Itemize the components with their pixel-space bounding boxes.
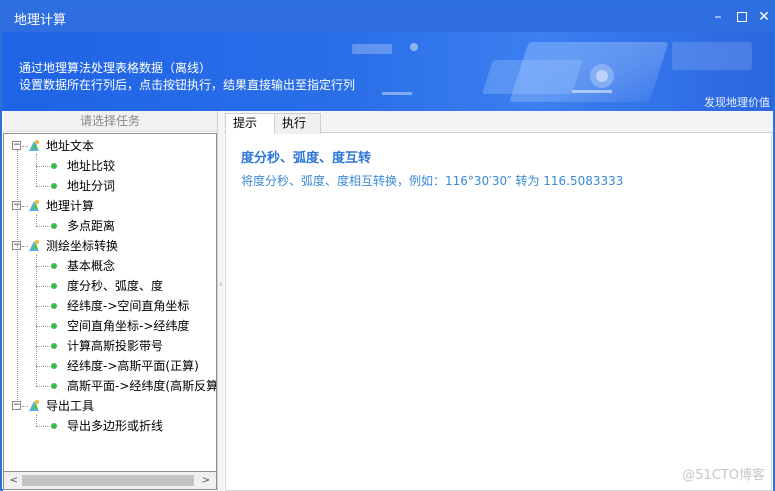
tree-item-label: 度分秒、弧度、度 (67, 279, 164, 293)
banner-line-2: 设置数据所在行列后，点击按钮执行，结果直接输出至指定行列 (19, 78, 356, 92)
task-panel: 请选择任务 − 地址文本 地址比较 地址分词 − 地理计算 多点距离 − 测绘坐标转换 基本概念度… (3, 111, 218, 491)
tree-item-label: 地址分词 (67, 179, 116, 193)
leaf-dot-icon (51, 263, 57, 269)
leaf-dot-icon (51, 343, 57, 349)
scroll-thumb[interactable] (22, 475, 194, 486)
discover-geo-value-link[interactable]: 发现地理价值 (704, 94, 770, 110)
scroll-right-arrow[interactable]: > (199, 474, 213, 488)
geo-folder-icon (26, 198, 42, 214)
leaf-dot-icon (51, 223, 57, 229)
tab-execute[interactable]: 执行 (274, 113, 321, 134)
leaf-dot-icon (51, 163, 57, 169)
collapse-icon[interactable]: − (12, 141, 21, 150)
close-button[interactable]: ✕ (754, 7, 774, 27)
title-bar[interactable]: 地理计算 – ✕ (2, 2, 773, 32)
tree-item-label: 经纬度->高斯平面(正算) (67, 359, 199, 373)
tree-group-label: 地址文本 (46, 139, 95, 153)
watermark: @51CTO博客 (682, 468, 765, 483)
maximize-button[interactable] (732, 7, 752, 27)
leaf-dot-icon (51, 423, 57, 429)
leaf-dot-icon (51, 303, 57, 309)
geo-folder-icon (26, 138, 42, 154)
tree-item-label: 空间直角坐标->经纬度 (67, 319, 190, 333)
tree-item-label: 导出多边形或折线 (67, 419, 164, 433)
task-tree[interactable]: − 地址文本 地址比较 地址分词 − 地理计算 多点距离 − 测绘坐标转换 基本概念 度分秒、弧度、… (3, 133, 217, 471)
banner-decoration (352, 42, 752, 102)
task-description: 将度分秒、弧度、度相互转换，例如：116°30′30″ 转为 116.50833… (241, 174, 624, 188)
window-title: 地理计算 (14, 13, 67, 28)
leaf-dot-icon (51, 383, 57, 389)
tree-item-label: 基本概念 (67, 259, 116, 273)
tree-item-label: 地址比较 (67, 159, 116, 173)
detail-panel: 提示 执行 度分秒、弧度、度互转 将度分秒、弧度、度相互转换，例如：116°30… (224, 111, 773, 491)
banner: 通过地理算法处理表格数据（离线） 设置数据所在行列后，点击按钮执行，结果直接输出… (2, 32, 773, 111)
task-title: 度分秒、弧度、度互转 (241, 151, 372, 166)
banner-line-1: 通过地理算法处理表格数据（离线） (19, 61, 212, 75)
tree-group-label: 测绘坐标转换 (46, 239, 119, 253)
tree-group-label: 地理计算 (46, 199, 95, 213)
tree-item-label: 高斯平面->经纬度(高斯反算 (67, 379, 217, 393)
leaf-dot-icon (51, 363, 57, 369)
hint-content: 度分秒、弧度、度互转 将度分秒、弧度、度相互转换，例如：116°30′30″ 转… (225, 134, 772, 491)
geo-folder-icon (26, 238, 42, 254)
tree-item-label: 经纬度->空间直角坐标 (67, 299, 190, 313)
maximize-icon (737, 12, 747, 22)
tree-group-label: 导出工具 (46, 399, 95, 413)
leaf-dot-icon (51, 323, 57, 329)
leaf-dot-icon (51, 183, 57, 189)
tree-item-label: 多点距离 (67, 219, 116, 233)
tab-bar: 提示 执行 (224, 111, 773, 134)
task-panel-header: 请选择任务 (3, 111, 217, 132)
tree-item-label: 计算高斯投影带号 (67, 339, 164, 353)
leaf-dot-icon (51, 283, 57, 289)
splitter-grip-icon: ‹ (219, 280, 223, 290)
collapse-icon[interactable]: − (12, 401, 21, 410)
tab-hint[interactable]: 提示 (225, 113, 275, 134)
scroll-left-arrow[interactable]: < (7, 474, 21, 488)
geo-folder-icon (26, 398, 42, 414)
horizontal-scrollbar[interactable]: < > (3, 471, 217, 490)
app-window: 地理计算 – ✕ 通过地理算法处理表格数据（离线） 设置数据所在行列后，点击按钮… (0, 0, 775, 491)
minimize-button[interactable]: – (708, 7, 728, 27)
